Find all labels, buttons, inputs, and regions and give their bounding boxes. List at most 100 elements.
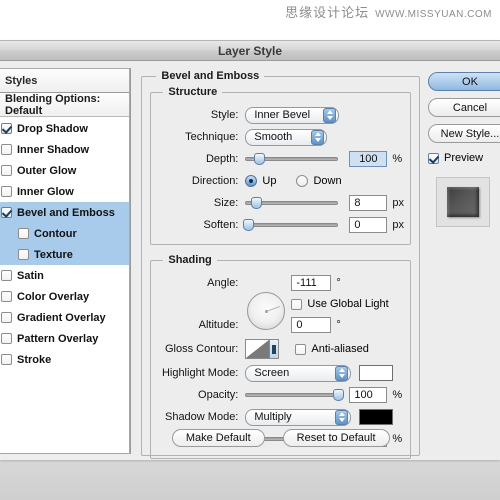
checkbox-icon[interactable] xyxy=(1,333,12,344)
direction-down-label: Down xyxy=(313,175,342,187)
radio-up-icon xyxy=(245,175,258,187)
cancel-button[interactable]: Cancel xyxy=(428,98,500,117)
angle-input[interactable]: -111 xyxy=(291,275,332,291)
shadow-color-swatch[interactable] xyxy=(359,409,394,425)
dialog-title: Layer Style xyxy=(217,43,283,58)
highlight-opacity-unit: % xyxy=(392,389,403,401)
sidebar-item-color-overlay[interactable]: Color Overlay xyxy=(0,286,129,307)
dialog-titlebar[interactable]: Layer Style xyxy=(0,41,500,61)
global-light-row: Use Global Light xyxy=(157,292,404,330)
sidebar-item-texture[interactable]: Texture xyxy=(0,244,130,265)
checkbox-icon[interactable] xyxy=(18,228,29,239)
checkbox-checked-icon xyxy=(428,152,439,164)
size-input[interactable]: 8 xyxy=(349,195,388,211)
depth-slider-thumb[interactable] xyxy=(254,153,266,165)
styles-header-label: Styles xyxy=(5,74,38,87)
checkbox-icon[interactable] xyxy=(1,144,12,155)
checkbox-icon[interactable] xyxy=(1,186,12,197)
soften-slider-thumb[interactable] xyxy=(243,219,255,231)
highlight-opacity-row: Opacity: 100 % xyxy=(157,384,404,406)
effects-list: Drop Shadow Inner Shadow Outer Glow Inner G… xyxy=(0,117,130,453)
angle-label: Angle: xyxy=(207,277,239,289)
highlight-opacity-slider[interactable] xyxy=(245,387,345,403)
sidebar-item-drop-shadow[interactable]: Drop Shadow xyxy=(0,118,129,139)
shadow-mode-select[interactable]: Multiply xyxy=(245,408,352,426)
highlight-mode-value: Screen xyxy=(254,367,290,379)
sidebar-item-inner-shadow[interactable]: Inner Shadow xyxy=(0,139,129,160)
make-default-button[interactable]: Make Default xyxy=(171,429,265,447)
sidebar-item-satin[interactable]: Satin xyxy=(0,265,129,286)
sidebar-item-contour[interactable]: Contour xyxy=(0,223,130,244)
highlight-opacity-thumb[interactable] xyxy=(333,389,345,401)
anti-aliased-checkbox[interactable]: Anti-aliased xyxy=(295,343,369,355)
depth-slider[interactable] xyxy=(245,151,339,167)
checkbox-icon xyxy=(291,298,303,310)
new-style-button[interactable]: New Style... xyxy=(428,124,500,143)
size-slider-thumb[interactable] xyxy=(250,197,262,209)
checkbox-checked-icon[interactable] xyxy=(1,207,12,218)
sidebar-item-inner-glow[interactable]: Inner Glow xyxy=(0,181,129,202)
preview-checkbox[interactable]: Preview xyxy=(428,152,483,164)
checkbox-checked-icon[interactable] xyxy=(1,123,12,134)
depth-label: Depth: xyxy=(205,153,239,165)
sidebar-item-pattern-overlay[interactable]: Pattern Overlay xyxy=(0,328,129,349)
highlight-mode-select[interactable]: Screen xyxy=(245,364,352,382)
angle-value: -111 xyxy=(296,277,317,289)
shading-legend: Shading xyxy=(168,254,212,266)
soften-slider-track xyxy=(245,223,339,227)
soften-input[interactable]: 0 xyxy=(349,217,388,233)
sidebar-item-label: Color Overlay xyxy=(17,290,90,303)
highlight-opacity-value: 100 xyxy=(354,389,373,401)
direction-down-option[interactable]: Down xyxy=(296,175,342,187)
watermark-url-text: WWW.MISSYUAN.COM xyxy=(375,9,492,20)
depth-input[interactable]: 100 xyxy=(349,151,388,167)
technique-label: Technique: xyxy=(185,131,239,143)
size-slider[interactable] xyxy=(245,195,339,211)
altitude-input[interactable]: 0 xyxy=(291,317,332,333)
altitude-unit: ° xyxy=(336,319,341,331)
soften-slider[interactable] xyxy=(243,217,339,233)
technique-select[interactable]: Smooth xyxy=(245,128,328,146)
checkbox-icon[interactable] xyxy=(1,312,12,323)
style-select[interactable]: Inner Bevel xyxy=(245,106,340,124)
reset-to-default-button[interactable]: Reset to Default xyxy=(282,429,390,447)
highlight-color-swatch[interactable] xyxy=(359,365,394,381)
sidebar-item-label: Texture xyxy=(34,248,73,261)
dialog-body: Styles Blending Options: Default Drop Sh… xyxy=(0,62,500,460)
style-row: Style: Inner Bevel xyxy=(157,104,404,126)
checkbox-icon[interactable] xyxy=(18,249,29,260)
direction-up-option[interactable]: Up xyxy=(245,175,276,187)
structure-legend: Structure xyxy=(168,86,218,98)
gloss-contour-label: Gloss Contour: xyxy=(165,343,239,355)
use-global-light-checkbox[interactable]: Use Global Light xyxy=(291,298,389,310)
checkbox-icon[interactable] xyxy=(1,354,12,365)
chevron-updown-icon xyxy=(311,129,325,145)
chevron-updown-icon xyxy=(335,365,349,381)
gloss-contour-preview[interactable] xyxy=(245,339,280,359)
contour-popup-button[interactable] xyxy=(269,340,279,358)
gloss-contour-row: Gloss Contour: Anti-aliased xyxy=(157,336,404,362)
highlight-opacity-input[interactable]: 100 xyxy=(349,387,388,403)
styles-sidebar: Styles Blending Options: Default Drop Sh… xyxy=(0,68,131,454)
angle-row: Angle: -111 ° xyxy=(157,272,404,294)
sidebar-item-gradient-overlay[interactable]: Gradient Overlay xyxy=(0,307,129,328)
soften-value: 0 xyxy=(354,219,361,231)
sidebar-item-outer-glow[interactable]: Outer Glow xyxy=(0,160,129,181)
technique-select-value: Smooth xyxy=(254,131,293,143)
sidebar-item-bevel-and-emboss[interactable]: Bevel and Emboss xyxy=(0,202,130,223)
styles-header[interactable]: Styles xyxy=(0,69,130,93)
sidebar-item-blending-options[interactable]: Blending Options: Default xyxy=(0,93,130,117)
sidebar-item-stroke[interactable]: Stroke xyxy=(0,349,129,370)
checkbox-icon xyxy=(295,343,307,355)
checkbox-icon[interactable] xyxy=(1,165,12,176)
checkbox-icon[interactable] xyxy=(1,270,12,281)
effect-settings-panel: Bevel and Emboss Structure Style: Inner … xyxy=(131,68,426,459)
checkbox-icon[interactable] xyxy=(1,291,12,302)
structure-group: Structure Style: Inner Bevel Technique: … xyxy=(150,86,411,245)
ok-button[interactable]: OK xyxy=(428,72,500,91)
sidebar-item-label: Pattern Overlay xyxy=(17,332,99,345)
highlight-mode-row: Highlight Mode: Screen xyxy=(157,362,404,384)
size-value: 8 xyxy=(354,197,361,209)
size-unit: px xyxy=(392,197,404,209)
sidebar-item-label: Inner Shadow xyxy=(17,143,90,156)
